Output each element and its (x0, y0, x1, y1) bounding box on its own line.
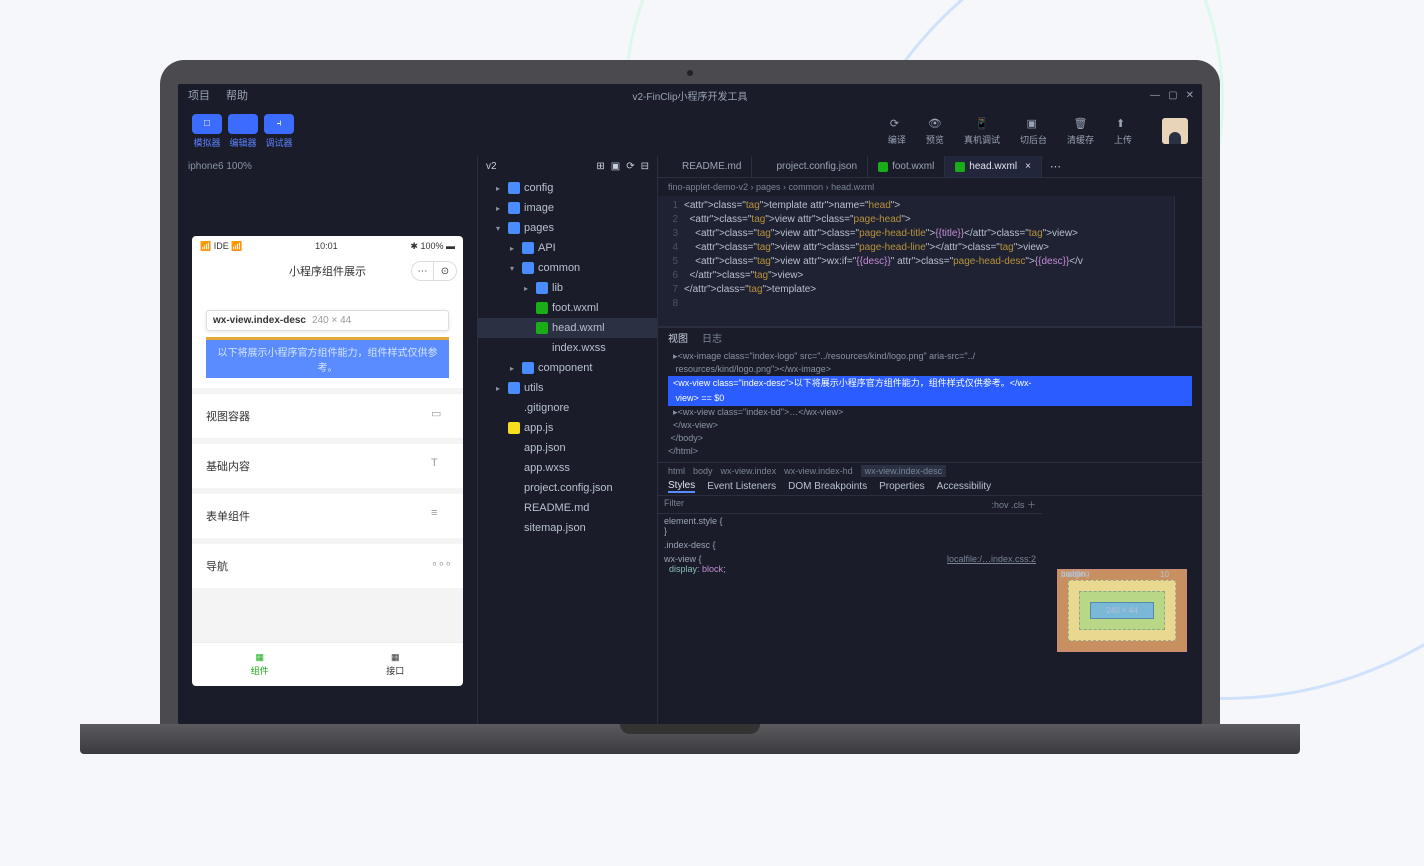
simulator-panel: iphone6 100% 📶 IDE 📶 10:01 ✱ 100% ▬ 小程序组… (178, 156, 478, 724)
inspect-tooltip: wx-view.index-desc 240 × 44 (206, 310, 449, 331)
tree-node[interactable]: head.wxml (478, 318, 657, 338)
new-file-icon[interactable]: ⊞ (596, 161, 604, 172)
menu-item[interactable]: 表单组件≡ (192, 494, 463, 538)
action-清缓存[interactable]: 🗑清缓存 (1067, 117, 1094, 146)
inspector-tab[interactable]: Styles (668, 480, 695, 493)
menu-item[interactable]: 视图容器▭ (192, 394, 463, 438)
editor-tab[interactable]: README.md (658, 156, 752, 177)
devtool-tab-log[interactable]: 日志 (702, 330, 722, 345)
minimize-icon[interactable]: — (1150, 90, 1160, 101)
tree-node[interactable]: README.md (478, 498, 657, 518)
tree-node[interactable]: ▸config (478, 178, 657, 198)
editor-panel: README.mdproject.config.jsonfoot.wxmlhea… (658, 156, 1202, 724)
dom-breadcrumb[interactable]: html body wx-view.index wx-view.index-hd wx-… (658, 462, 1202, 478)
minimap[interactable] (1174, 196, 1202, 326)
tabbar-item[interactable]: ▦接口 (328, 643, 464, 686)
tree-node[interactable]: ▾common (478, 258, 657, 278)
device-preview: 📶 IDE 📶 10:01 ✱ 100% ▬ 小程序组件展示 ⋯ ⊙ (192, 236, 463, 686)
new-folder-icon[interactable]: ▣ (611, 161, 620, 172)
filter-input[interactable]: Filter (664, 498, 684, 511)
styles-panel[interactable]: Filter :hov .cls ＋ element.style {}.inde… (658, 496, 1042, 724)
pill-0[interactable]: □ (192, 114, 222, 134)
tree-node[interactable]: .gitignore (478, 398, 657, 418)
tree-node[interactable]: index.wxss (478, 338, 657, 358)
tree-node[interactable]: ▸component (478, 358, 657, 378)
dom-tree[interactable]: ▸<wx-image class="index-logo" src="../re… (658, 346, 1202, 462)
tree-node[interactable]: foot.wxml (478, 298, 657, 318)
refresh-icon[interactable]: ⟳ (626, 161, 634, 172)
tree-node[interactable]: ▸utils (478, 378, 657, 398)
status-battery: ✱ 100% ▬ (410, 241, 455, 252)
laptop-frame: 项目 帮助 v2-FinClip小程序开发工具 — ▢ ✕ □模拟器编辑器⫞调试… (160, 60, 1220, 754)
inspector-tab[interactable]: Accessibility (937, 481, 991, 492)
menu-help[interactable]: 帮助 (226, 87, 248, 103)
dom-crumb[interactable]: wx-view.index-desc (861, 465, 947, 477)
pill-1[interactable] (228, 114, 258, 134)
action-真机调试[interactable]: 📱真机调试 (964, 117, 1000, 146)
breadcrumb[interactable]: fino-applet-demo-v2 › pages › common › h… (658, 178, 1202, 196)
box-model: margin 10 border padding 240 × 44 (1042, 496, 1202, 724)
collapse-icon[interactable]: ⊟ (641, 161, 649, 172)
devtools: 视图 日志 ▸<wx-image class="index-logo" src=… (658, 326, 1202, 724)
menubar: 项目 帮助 v2-FinClip小程序开发工具 — ▢ ✕ (178, 84, 1202, 106)
dom-crumb[interactable]: html (668, 466, 685, 476)
status-signal: 📶 IDE 📶 (200, 241, 242, 252)
menu-item[interactable]: 基础内容T (192, 444, 463, 488)
tree-node[interactable]: ▸lib (478, 278, 657, 298)
pill-2[interactable]: ⫞ (264, 114, 294, 134)
file-explorer: v2 ⊞ ▣ ⟳ ⊟ ▸config▸image▾pages▸API▾commo… (478, 156, 658, 724)
tree-node[interactable]: ▸API (478, 238, 657, 258)
dom-crumb[interactable]: wx-view.index (721, 466, 777, 476)
inspector-tab[interactable]: DOM Breakpoints (788, 481, 867, 492)
dom-crumb[interactable]: body (693, 466, 713, 476)
tree-node[interactable]: sitemap.json (478, 518, 657, 538)
dom-crumb[interactable]: wx-view.index-hd (784, 466, 853, 476)
menu-project[interactable]: 项目 (188, 87, 210, 103)
inspector-tab[interactable]: Event Listeners (707, 481, 776, 492)
capsule-menu-icon[interactable]: ⋯ (412, 262, 434, 280)
device-label[interactable]: iphone6 100% (178, 156, 477, 176)
tree-node[interactable]: app.wxss (478, 458, 657, 478)
editor-tab[interactable]: project.config.json (752, 156, 868, 177)
avatar[interactable] (1162, 118, 1188, 144)
project-root[interactable]: v2 (486, 161, 497, 172)
tab-overflow-icon[interactable]: ⋯ (1042, 156, 1069, 177)
tree-node[interactable]: app.js (478, 418, 657, 438)
app-title: 小程序组件展示 (289, 263, 366, 279)
tree-node[interactable]: ▸image (478, 198, 657, 218)
action-编译[interactable]: ⟳编译 (888, 117, 906, 146)
inspector-tab[interactable]: Properties (879, 481, 925, 492)
window-title: v2-FinClip小程序开发工具 (632, 88, 747, 103)
tree-node[interactable]: project.config.json (478, 478, 657, 498)
action-上传[interactable]: ⬆上传 (1114, 117, 1132, 146)
capsule-close-icon[interactable]: ⊙ (434, 262, 456, 280)
action-切后台[interactable]: ▣切后台 (1020, 117, 1047, 146)
top-toolbar: □模拟器编辑器⫞调试器 ⟳编译👁预览📱真机调试▣切后台🗑清缓存⬆上传 (178, 106, 1202, 156)
status-time: 10:01 (315, 241, 338, 251)
code-editor[interactable]: 12345678 <attr">class="tag">template att… (658, 196, 1202, 326)
highlighted-element: 以下将展示小程序官方组件能力，组件样式仅供参考。 (206, 337, 449, 378)
close-icon[interactable]: ✕ (1186, 90, 1194, 101)
maximize-icon[interactable]: ▢ (1168, 90, 1177, 101)
menu-item[interactable]: 导航∘∘∘ (192, 544, 463, 588)
capsule[interactable]: ⋯ ⊙ (411, 261, 457, 281)
ide-screen: 项目 帮助 v2-FinClip小程序开发工具 — ▢ ✕ □模拟器编辑器⫞调试… (178, 84, 1202, 724)
tree-node[interactable]: app.json (478, 438, 657, 458)
devtool-tab-view[interactable]: 视图 (668, 330, 688, 345)
action-预览[interactable]: 👁预览 (926, 117, 944, 146)
filter-actions[interactable]: :hov .cls ＋ (991, 498, 1036, 511)
tabbar-item[interactable]: ▦组件 (192, 643, 328, 686)
tree-node[interactable]: ▾pages (478, 218, 657, 238)
editor-tab[interactable]: head.wxml× (945, 156, 1042, 177)
editor-tab[interactable]: foot.wxml (868, 156, 945, 177)
tab-close-icon[interactable]: × (1025, 161, 1031, 172)
